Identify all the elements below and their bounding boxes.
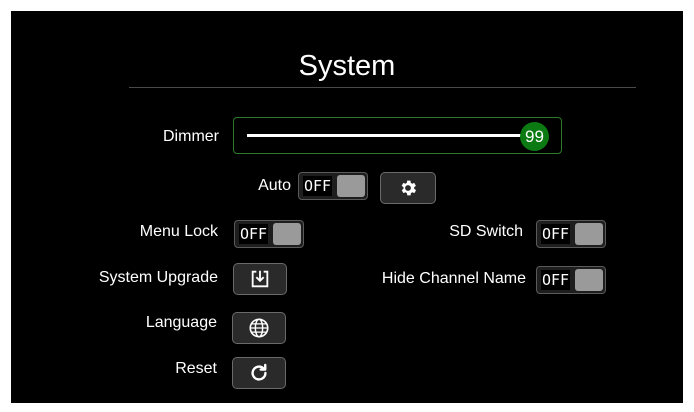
menu-lock-toggle[interactable]: OFF — [234, 220, 304, 248]
auto-toggle-state: OFF — [303, 176, 333, 196]
auto-toggle[interactable]: OFF — [298, 172, 368, 200]
menu-lock-toggle-state: OFF — [239, 224, 269, 244]
language-label: Language — [145, 314, 217, 331]
title-divider — [129, 87, 636, 88]
system-upgrade-button[interactable] — [233, 263, 287, 295]
gear-icon — [401, 180, 417, 196]
hide-channel-name-toggle-state: OFF — [541, 270, 571, 290]
sd-switch-toggle[interactable]: OFF — [536, 220, 606, 248]
hide-channel-name-toggle[interactable]: OFF — [536, 266, 606, 294]
page-title: System — [298, 50, 396, 82]
menu-lock-label: Menu Lock — [139, 223, 218, 240]
sd-switch-toggle-state: OFF — [541, 224, 571, 244]
language-button[interactable] — [232, 312, 286, 344]
globe-icon — [249, 318, 269, 338]
reset-button[interactable] — [232, 357, 286, 389]
hide-channel-name-label: Hide Channel Name — [381, 270, 526, 287]
sd-switch-toggle-knob — [575, 223, 603, 245]
sd-switch-label: SD Switch — [449, 223, 523, 240]
reset-label: Reset — [175, 360, 217, 377]
auto-label: Auto — [258, 177, 291, 194]
dimmer-label: Dimmer — [163, 128, 219, 145]
auto-settings-button[interactable] — [380, 172, 436, 204]
system-upgrade-label: System Upgrade — [98, 269, 218, 286]
reset-icon — [251, 363, 267, 381]
auto-toggle-knob — [337, 175, 365, 197]
dimmer-value[interactable]: 99 — [520, 122, 549, 151]
dimmer-slider[interactable]: 99 — [233, 117, 562, 154]
menu-lock-toggle-knob — [273, 223, 301, 245]
hide-channel-name-toggle-knob — [575, 269, 603, 291]
download-icon — [251, 270, 269, 288]
dimmer-track — [247, 134, 521, 137]
